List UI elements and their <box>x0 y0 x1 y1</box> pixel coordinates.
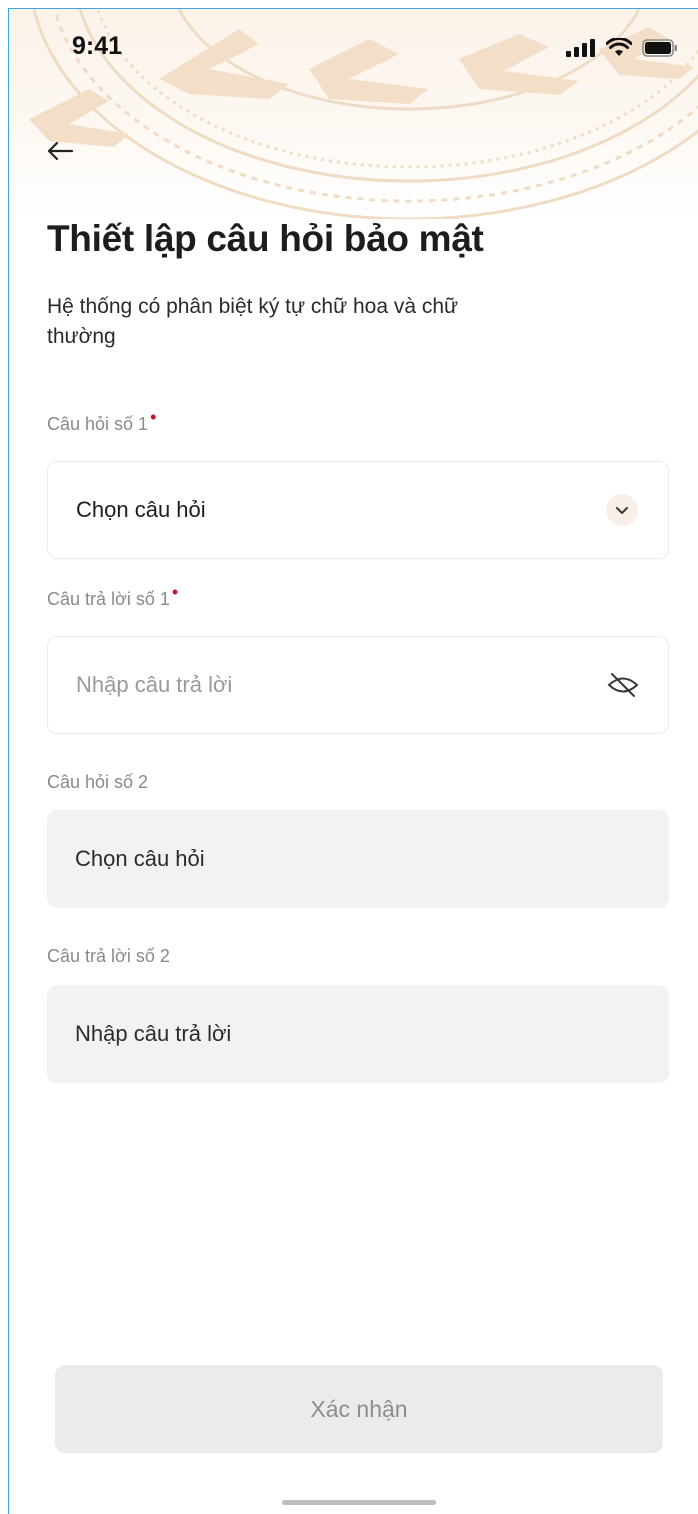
status-time: 9:41 <box>72 32 123 60</box>
chevron-down-icon[interactable] <box>606 494 638 526</box>
page-title: Thiết lập câu hỏi bảo mật <box>47 218 484 259</box>
eye-off-icon[interactable] <box>606 670 640 700</box>
home-indicator <box>282 1500 436 1505</box>
question-2-select: Chọn câu hỏi <box>47 810 669 908</box>
answer-2-value: Nhập câu trả lời <box>75 1021 232 1046</box>
status-icons <box>566 38 678 58</box>
answer-2-label: Câu trả lời số 2 <box>47 946 170 966</box>
answer-1-label: Câu trả lời số 1 • <box>47 582 178 610</box>
wifi-icon <box>606 38 632 56</box>
question-2-label: Câu hỏi số 2 <box>47 772 149 792</box>
required-marker: • <box>171 582 179 602</box>
answer-1-input[interactable]: Nhập câu trả lời <box>47 636 669 734</box>
question-1-value: Chọn câu hỏi <box>76 497 206 522</box>
confirm-button[interactable]: Xác nhận <box>55 1365 663 1453</box>
question-1-label: Câu hỏi số 1 • <box>47 407 156 435</box>
page-subtitle: Hệ thống có phân biệt ký tự chữ hoa và c… <box>47 295 459 348</box>
question-1-label-text: Câu hỏi số 1 <box>47 414 149 434</box>
answer-1-placeholder: Nhập câu trả lời <box>76 672 233 697</box>
back-button[interactable] <box>42 136 78 166</box>
question-2-value: Chọn câu hỏi <box>75 846 205 871</box>
frame-left-border <box>8 8 9 1514</box>
arrow-left-icon <box>47 141 74 161</box>
battery-icon <box>642 39 677 57</box>
required-marker: • <box>150 407 157 427</box>
answer-1-label-text: Câu trả lời số 1 <box>47 589 170 609</box>
question-1-select[interactable]: Chọn câu hỏi <box>47 461 669 559</box>
answer-2-input: Nhập câu trả lời <box>47 985 669 1083</box>
signal-bars-icon <box>566 39 595 57</box>
